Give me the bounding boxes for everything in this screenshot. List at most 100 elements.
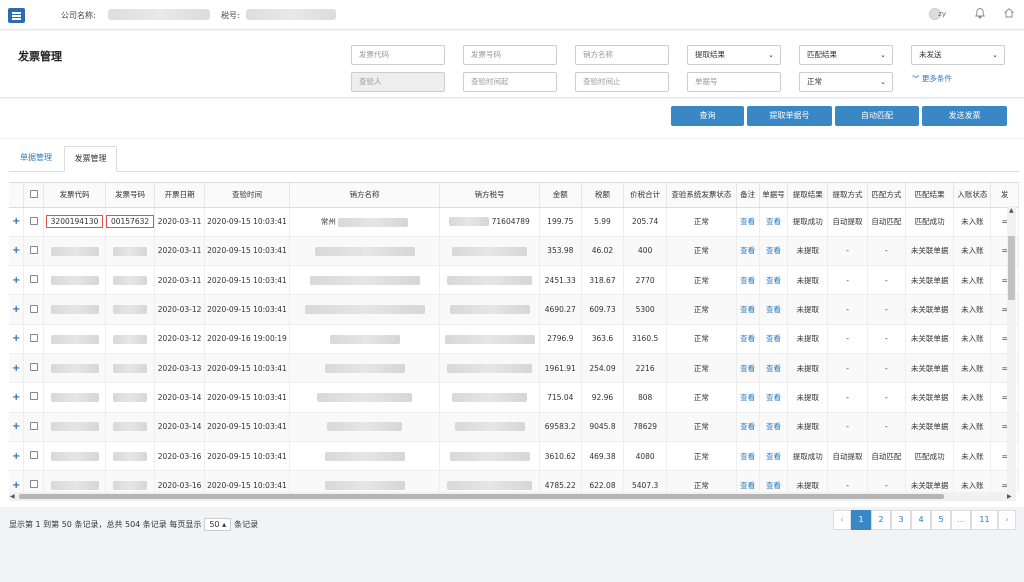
remark-view-link[interactable]: 查看: [736, 353, 760, 384]
table-row[interactable]: +2020-03-13 2020-09-15 10:03:41 1961.91 254…: [9, 353, 1019, 384]
col-seller-name[interactable]: 销方名称: [289, 183, 441, 208]
check-time-from-input[interactable]: 查验时间起: [463, 72, 557, 92]
table-row[interactable]: +2020-03-14 2020-09-15 10:03:41 69583.2 904…: [9, 412, 1019, 442]
match-result-select[interactable]: 匹配结果 ⌄: [799, 45, 893, 65]
doc-view-link[interactable]: 查看: [759, 382, 789, 413]
page-button[interactable]: 11: [971, 510, 998, 530]
doc-view-link[interactable]: 查看: [759, 441, 789, 472]
select-cell[interactable]: [23, 324, 45, 354]
remark-view-link-text[interactable]: 查看: [740, 393, 755, 402]
table-row[interactable]: +2020-03-11 2020-09-15 10:03:41 353.98 46.0…: [9, 236, 1019, 267]
row-checkbox[interactable]: [29, 392, 38, 401]
select-cell[interactable]: [23, 236, 45, 267]
doc-view-link-text[interactable]: 查看: [766, 481, 781, 490]
row-checkbox[interactable]: [29, 480, 38, 489]
remark-view-link-text[interactable]: 查看: [740, 452, 755, 461]
document-no-input[interactable]: 单据号: [687, 72, 781, 92]
row-checkbox[interactable]: [29, 245, 38, 254]
page-button[interactable]: 2: [871, 510, 891, 530]
expand-cell[interactable]: +: [9, 265, 25, 296]
plus-icon[interactable]: +: [12, 275, 20, 286]
table-row[interactable]: +2020-03-14 2020-09-15 10:03:41 715.04 92.9…: [9, 382, 1019, 413]
doc-view-link[interactable]: 查看: [759, 412, 789, 442]
vertical-scroll-thumb[interactable]: [1008, 236, 1015, 300]
col-check-status[interactable]: 查验系统发票状态: [666, 183, 737, 208]
bell-icon[interactable]: [973, 7, 987, 21]
expand-cell[interactable]: +: [9, 441, 25, 472]
col-total[interactable]: 价税合计: [623, 183, 667, 208]
horizontal-scroll-thumb[interactable]: [19, 494, 944, 499]
page-button[interactable]: 3: [891, 510, 911, 530]
remark-view-link-text[interactable]: 查看: [740, 246, 755, 255]
col-check-time[interactable]: 查验时间: [204, 183, 290, 208]
plus-icon[interactable]: +: [12, 216, 20, 227]
plus-icon[interactable]: +: [12, 480, 20, 491]
expand-cell[interactable]: +: [9, 324, 25, 354]
row-checkbox[interactable]: [29, 275, 38, 284]
page-button[interactable]: 5: [931, 510, 951, 530]
table-row[interactable]: +2020-03-11 2020-09-15 10:03:41 2451.33 318…: [9, 265, 1019, 296]
select-all-header[interactable]: [23, 183, 45, 208]
remark-view-link-text[interactable]: 查看: [740, 276, 755, 285]
select-cell[interactable]: [23, 412, 45, 442]
remark-view-link[interactable]: 查看: [736, 207, 760, 237]
doc-view-link-text[interactable]: 查看: [766, 364, 781, 373]
doc-view-link[interactable]: 查看: [759, 207, 789, 237]
expand-cell[interactable]: +: [9, 412, 25, 442]
doc-view-link[interactable]: 查看: [759, 470, 789, 492]
menu-toggle-button[interactable]: [8, 8, 25, 23]
table-row[interactable]: +2020-03-16 2020-09-15 10:03:41 3610.62 469…: [9, 441, 1019, 472]
remark-view-link-text[interactable]: 查看: [740, 481, 755, 490]
col-account-status[interactable]: 入账状态: [953, 183, 992, 208]
doc-view-link[interactable]: 查看: [759, 324, 789, 354]
col-remark[interactable]: 备注: [736, 183, 760, 208]
col-send[interactable]: 发: [990, 183, 1019, 208]
remark-view-link[interactable]: 查看: [736, 441, 760, 472]
col-match-way[interactable]: 匹配方式: [867, 183, 906, 208]
plus-icon[interactable]: +: [12, 421, 20, 432]
col-doc-no[interactable]: 单据号: [759, 183, 789, 208]
page-size-select[interactable]: 50 ▴: [204, 518, 232, 531]
table-row[interactable]: +2020-03-12 2020-09-15 10:03:41 4690.27 609…: [9, 294, 1019, 325]
row-checkbox[interactable]: [29, 451, 38, 460]
plus-icon[interactable]: +: [12, 392, 20, 403]
row-checkbox[interactable]: [29, 363, 38, 372]
doc-view-link-text[interactable]: 查看: [766, 452, 781, 461]
remark-view-link[interactable]: 查看: [736, 470, 760, 492]
page-button[interactable]: 1: [851, 510, 871, 530]
query-button[interactable]: 查询: [671, 106, 744, 126]
remark-view-link-text[interactable]: 查看: [740, 364, 755, 373]
remark-view-link[interactable]: 查看: [736, 294, 760, 325]
extract-result-select[interactable]: 提取结果 ⌄: [687, 45, 781, 65]
send-status-select[interactable]: 未发送 ⌄: [911, 45, 1005, 65]
col-seller-tax-no[interactable]: 销方税号: [439, 183, 540, 208]
select-cell[interactable]: [23, 470, 45, 492]
scroll-up-icon[interactable]: ▲: [1009, 207, 1014, 214]
remark-view-link-text[interactable]: 查看: [740, 334, 755, 343]
col-extract-result[interactable]: 提取结果: [787, 183, 829, 208]
vertical-scrollbar[interactable]: ▲: [1007, 206, 1016, 492]
plus-icon[interactable]: +: [12, 363, 20, 374]
remark-view-link[interactable]: 查看: [736, 412, 760, 442]
page-button[interactable]: 4: [911, 510, 931, 530]
table-row[interactable]: +3200194130 00157632 2020-03-11 2020-09-15 …: [9, 207, 1019, 237]
seller-name-input[interactable]: 销方名称: [575, 45, 669, 65]
page-next-button[interactable]: ›: [998, 510, 1016, 530]
row-checkbox[interactable]: [29, 304, 38, 313]
doc-view-link[interactable]: 查看: [759, 294, 789, 325]
row-checkbox[interactable]: [29, 421, 38, 430]
table-row[interactable]: +2020-03-16 2020-09-15 10:03:41 4785.22 622…: [9, 470, 1019, 492]
tab-invoice-manage[interactable]: 发票管理: [64, 146, 117, 172]
col-invoice-code[interactable]: 发票代码: [43, 183, 106, 208]
select-cell[interactable]: [23, 265, 45, 296]
remark-view-link-text[interactable]: 查看: [740, 305, 755, 314]
home-icon[interactable]: [1002, 7, 1016, 21]
expand-cell[interactable]: +: [9, 207, 25, 237]
select-all-checkbox[interactable]: [29, 189, 38, 198]
expand-cell[interactable]: +: [9, 294, 25, 325]
remark-view-link-text[interactable]: 查看: [740, 217, 755, 226]
doc-view-link-text[interactable]: 查看: [766, 276, 781, 285]
select-cell[interactable]: [23, 353, 45, 384]
invoice-state-select[interactable]: 正常 ⌄: [799, 72, 893, 92]
remark-view-link[interactable]: 查看: [736, 265, 760, 296]
